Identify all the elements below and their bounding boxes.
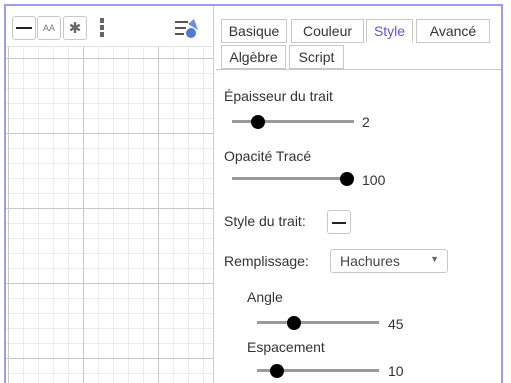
- style-bar: AA ✱: [6, 6, 213, 47]
- spacing-label: Espacement: [247, 339, 325, 355]
- fill-select-value: Hachures: [340, 253, 400, 269]
- object-properties-icon[interactable]: [174, 18, 200, 40]
- line-style-icon: [16, 27, 32, 29]
- angle-slider[interactable]: [257, 315, 379, 331]
- line-thickness-label: Épaisseur du trait: [224, 88, 333, 104]
- tab-basique[interactable]: Basique: [221, 19, 287, 43]
- line-style-icon: [332, 222, 346, 224]
- spacing-value: 10: [388, 363, 404, 379]
- line-style-label: Style du trait:: [224, 213, 306, 229]
- line-opacity-label: Opacité Tracé: [224, 148, 312, 164]
- panel-divider: [216, 69, 501, 70]
- graphics-view[interactable]: AA ✱: [6, 6, 214, 383]
- text-size-icon: AA: [42, 23, 55, 33]
- tab-avance[interactable]: Avancé: [416, 19, 490, 43]
- spacing-slider[interactable]: [257, 363, 379, 379]
- tab-couleur[interactable]: Couleur: [291, 19, 364, 43]
- settings-button[interactable]: ✱: [63, 16, 87, 40]
- slider-thumb[interactable]: [340, 172, 354, 186]
- line-thickness-slider[interactable]: [232, 114, 354, 130]
- chevron-down-icon: ▼: [430, 254, 439, 264]
- fill-select[interactable]: Hachures ▼: [330, 249, 448, 273]
- properties-tabs: Basique Couleur Style Avancé Algèbre Scr…: [216, 6, 501, 69]
- text-size-button[interactable]: AA: [37, 16, 61, 40]
- tab-style[interactable]: Style: [366, 19, 413, 43]
- tab-algebre[interactable]: Algèbre: [221, 45, 286, 69]
- line-style-button[interactable]: [12, 16, 36, 40]
- slider-thumb[interactable]: [251, 115, 265, 129]
- more-icon[interactable]: [99, 18, 105, 40]
- line-opacity-slider[interactable]: [232, 171, 354, 187]
- app-window: AA ✱ Basique Couleur Style Avancé Algèbr…: [4, 4, 503, 383]
- line-opacity-value: 100: [362, 172, 386, 188]
- slider-thumb[interactable]: [270, 364, 284, 378]
- angle-value: 45: [388, 316, 404, 332]
- fill-label: Remplissage:: [224, 253, 309, 269]
- line-style-picker[interactable]: [327, 210, 351, 234]
- angle-label: Angle: [247, 289, 283, 305]
- gear-icon: ✱: [68, 20, 82, 37]
- line-thickness-value: 2: [362, 114, 370, 130]
- slider-thumb[interactable]: [287, 316, 301, 330]
- tab-script[interactable]: Script: [289, 45, 344, 69]
